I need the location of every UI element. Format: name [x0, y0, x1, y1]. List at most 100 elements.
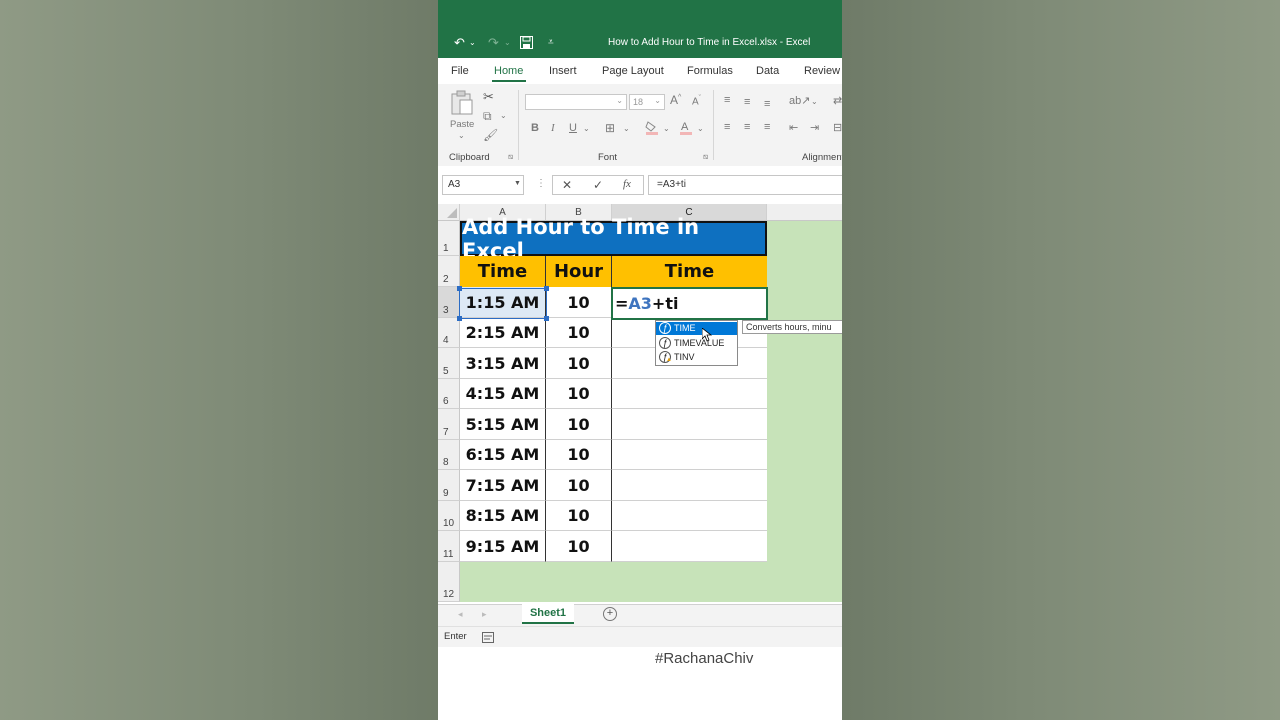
merge-center-icon[interactable]: ⊟: [833, 121, 842, 134]
hour-cell[interactable]: 10: [546, 379, 612, 409]
orientation-icon[interactable]: ab↗: [789, 94, 810, 107]
accessibility-icon[interactable]: [482, 630, 494, 648]
row-header[interactable]: 9: [438, 470, 460, 501]
decrease-font-icon[interactable]: Aˇ: [692, 95, 701, 107]
row-header[interactable]: 7: [438, 409, 460, 440]
result-cell[interactable]: [612, 470, 767, 501]
hour-cell[interactable]: 10: [546, 348, 612, 379]
time-cell[interactable]: 1:15 AM: [460, 287, 546, 318]
customize-qat-icon[interactable]: ⩡: [548, 37, 554, 48]
time-cell[interactable]: 4:15 AM: [460, 379, 546, 409]
hour-cell[interactable]: 10: [546, 470, 612, 501]
time-cell[interactable]: 5:15 AM: [460, 409, 546, 440]
hour-cell[interactable]: 10: [546, 287, 612, 318]
row-header[interactable]: 5: [438, 348, 460, 379]
header-cell-time[interactable]: Time: [460, 256, 546, 287]
format-painter-icon[interactable]: 🖌: [483, 128, 498, 142]
increase-indent-icon[interactable]: ⇥: [810, 121, 819, 134]
row-header[interactable]: 1: [438, 221, 460, 256]
row-header[interactable]: 8: [438, 440, 460, 470]
result-cell[interactable]: [612, 501, 767, 531]
hour-cell[interactable]: 10: [546, 409, 612, 440]
undo-dropdown-icon[interactable]: ⌄: [469, 38, 476, 47]
autocomplete-item-tinv[interactable]: ƒ ▲ TINV: [656, 351, 737, 364]
time-cell[interactable]: 3:15 AM: [460, 348, 546, 379]
result-cell[interactable]: [612, 531, 767, 562]
tab-review[interactable]: Review: [804, 65, 840, 77]
paste-icon[interactable]: [450, 90, 474, 119]
hour-cell[interactable]: 10: [546, 440, 612, 470]
italic-icon[interactable]: I: [551, 122, 555, 134]
autocomplete-item-timevalue[interactable]: ƒ TIMEVALUE: [656, 337, 737, 350]
add-sheet-icon[interactable]: +: [603, 607, 617, 621]
underline-dropdown-icon[interactable]: ⌄: [583, 124, 590, 133]
result-cell[interactable]: [612, 379, 767, 409]
header-cell-hour[interactable]: Hour: [546, 256, 612, 287]
hour-cell[interactable]: 10: [546, 501, 612, 531]
enter-icon[interactable]: ✓: [593, 178, 603, 192]
time-cell[interactable]: 7:15 AM: [460, 470, 546, 501]
time-cell[interactable]: 6:15 AM: [460, 440, 546, 470]
align-right-icon[interactable]: ≡: [764, 121, 770, 133]
row-header[interactable]: 6: [438, 379, 460, 409]
tab-page-layout[interactable]: Page Layout: [602, 65, 664, 77]
font-name-combo[interactable]: ⌄: [525, 94, 627, 110]
sheet-tab-sheet1[interactable]: Sheet1: [522, 604, 574, 624]
row-header[interactable]: 4: [438, 318, 460, 348]
autocomplete-item-time[interactable]: ƒ TIME: [656, 322, 737, 335]
font-size-combo[interactable]: 18 ⌄: [629, 94, 665, 110]
orientation-dropdown-icon[interactable]: ⌄: [811, 97, 818, 106]
hour-cell[interactable]: 10: [546, 531, 612, 562]
active-editing-cell[interactable]: = A3 +ti: [611, 287, 768, 320]
bold-icon[interactable]: B: [531, 122, 539, 134]
result-cell[interactable]: [612, 409, 767, 440]
name-box[interactable]: A3: [442, 175, 524, 195]
time-cell[interactable]: 8:15 AM: [460, 501, 546, 531]
fill-color-dropdown-icon[interactable]: ⌄: [663, 124, 670, 133]
formula-input[interactable]: =A3+ti: [648, 175, 842, 195]
align-left-icon[interactable]: ≡: [724, 121, 730, 133]
font-color-dropdown-icon[interactable]: ⌄: [697, 124, 704, 133]
tab-file[interactable]: File: [451, 65, 469, 77]
increase-font-icon[interactable]: A^: [670, 93, 681, 107]
decrease-indent-icon[interactable]: ⇤: [789, 121, 798, 134]
undo-icon[interactable]: ↶: [454, 35, 465, 51]
paste-dropdown-icon[interactable]: ⌄: [458, 131, 465, 140]
tab-data[interactable]: Data: [756, 65, 779, 77]
top-align-icon[interactable]: ≡: [724, 94, 730, 106]
row-header[interactable]: 11: [438, 531, 460, 562]
cancel-icon[interactable]: ✕: [562, 178, 572, 192]
paste-label[interactable]: Paste: [450, 119, 474, 130]
name-box-dropdown-icon[interactable]: ▼: [514, 180, 521, 187]
font-launcher-icon[interactable]: ⧅: [703, 152, 708, 162]
row-header[interactable]: 12: [438, 562, 460, 602]
fill-color-icon[interactable]: [645, 120, 659, 139]
tab-insert[interactable]: Insert: [549, 65, 577, 77]
borders-dropdown-icon[interactable]: ⌄: [623, 124, 630, 133]
result-cell[interactable]: [612, 440, 767, 470]
copy-icon[interactable]: ⧉: [483, 109, 492, 124]
redo-dropdown-icon[interactable]: ⌄: [504, 38, 511, 47]
copy-dropdown-icon[interactable]: ⌄: [500, 111, 507, 120]
hour-cell[interactable]: 10: [546, 318, 612, 348]
redo-icon[interactable]: ↷: [488, 35, 499, 51]
align-center-icon[interactable]: ≡: [744, 121, 750, 133]
scroll-right-icon[interactable]: ▸: [482, 609, 487, 620]
row-header[interactable]: 3: [438, 287, 460, 318]
tab-home[interactable]: Home: [494, 65, 523, 77]
time-cell[interactable]: 9:15 AM: [460, 531, 546, 562]
wrap-text-icon[interactable]: ⇄: [833, 94, 842, 107]
title-cell[interactable]: Add Hour to Time in Excel: [460, 215, 767, 263]
font-color-icon[interactable]: A: [679, 120, 693, 139]
time-cell[interactable]: 2:15 AM: [460, 318, 546, 348]
header-cell-result-time[interactable]: Time: [612, 256, 767, 287]
borders-icon[interactable]: ⊞: [605, 121, 615, 135]
underline-icon[interactable]: U: [569, 122, 577, 134]
clipboard-launcher-icon[interactable]: ⧅: [508, 152, 513, 162]
middle-align-icon[interactable]: ≡: [744, 96, 750, 108]
tab-formulas[interactable]: Formulas: [687, 65, 733, 77]
save-icon[interactable]: [520, 36, 533, 52]
row-header[interactable]: 2: [438, 256, 460, 287]
select-all-corner[interactable]: [438, 204, 460, 221]
bottom-align-icon[interactable]: ≡: [764, 98, 770, 110]
